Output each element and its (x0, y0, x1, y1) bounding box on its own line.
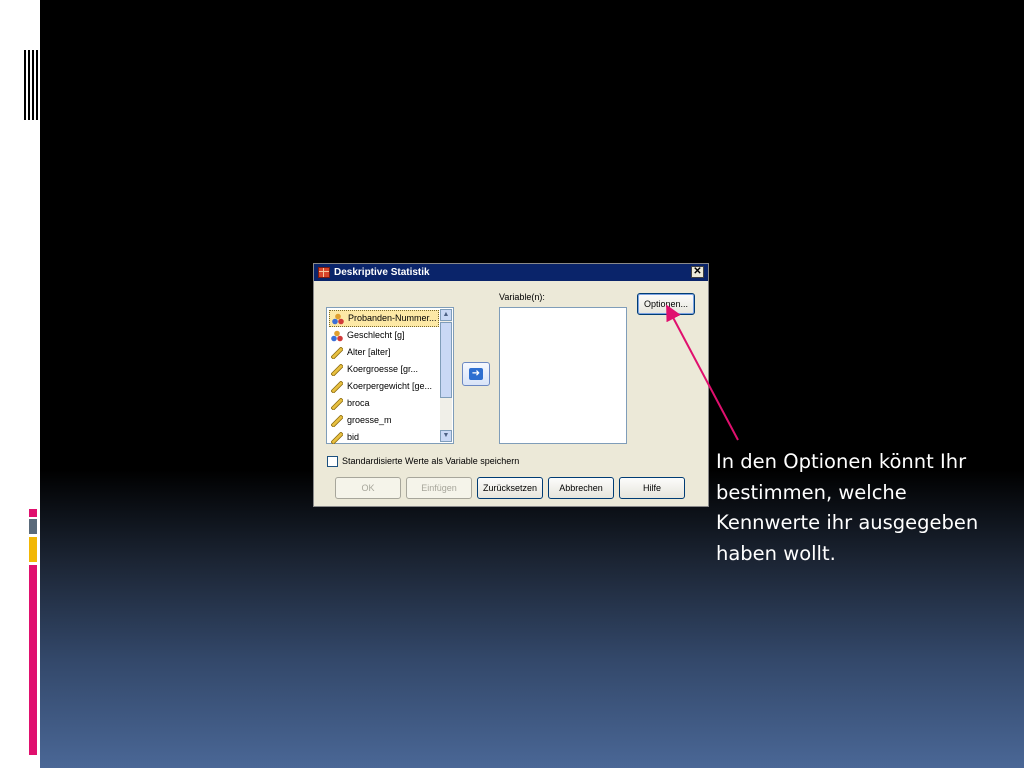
presentation-slide: Deskriptive Statistik ✕ Probanden-Nummer… (0, 0, 1024, 768)
slide-caption: In den Optionen könnt Ihr bestimmen, wel… (716, 450, 979, 565)
pointer-arrow (666, 304, 739, 441)
pointer-arrow-line (666, 304, 739, 441)
